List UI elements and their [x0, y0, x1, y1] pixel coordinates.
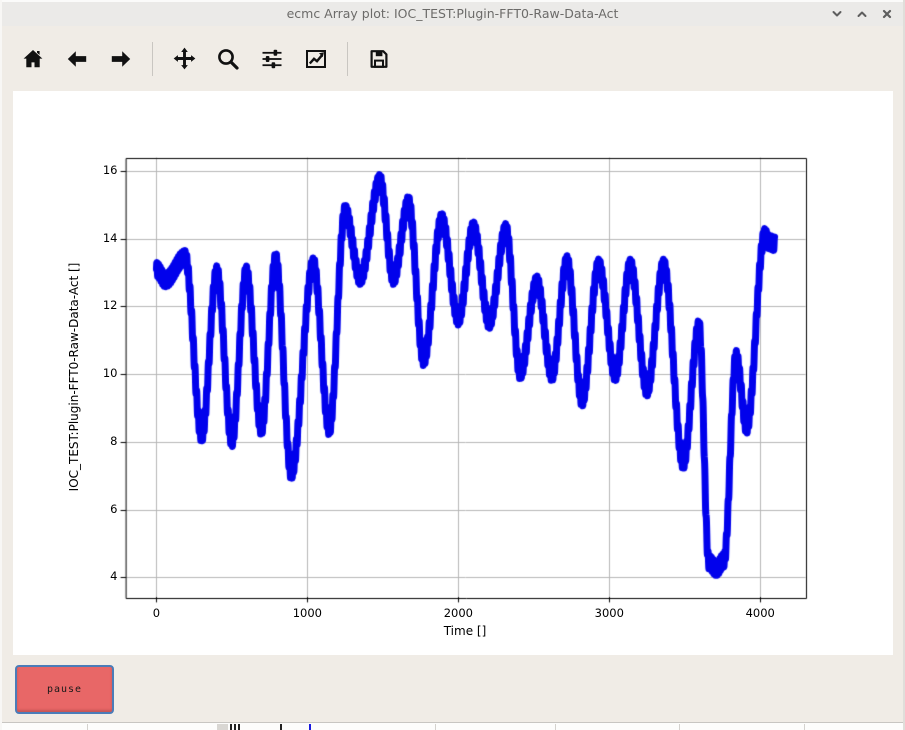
home-icon	[21, 47, 45, 71]
save-button[interactable]	[362, 41, 396, 77]
figure-canvas: 4 6 8 10 12 14 16 0 1000 2000 3000 4000 Time [] IOC…	[13, 91, 893, 655]
plot-window: ecmc Array plot: IOC_TEST:Plugin-FFT0-Ra…	[0, 0, 905, 730]
plot-area[interactable]	[13, 91, 893, 655]
background-window-fragment	[234, 724, 236, 730]
toolbar-separator	[347, 42, 348, 76]
y-tick-label: 6	[13, 502, 118, 516]
sliders-icon	[260, 47, 284, 71]
chevron-down-icon	[831, 8, 843, 20]
x-tick-label: 4000	[725, 606, 795, 620]
pause-button-label: pause	[47, 684, 82, 695]
home-button[interactable]	[16, 41, 50, 77]
background-window-fragment	[435, 724, 436, 730]
background-window-fragment	[217, 724, 228, 730]
pause-button[interactable]: pause	[15, 665, 114, 714]
arrow-right-icon	[109, 47, 133, 71]
configure-subplots-button[interactable]	[255, 41, 289, 77]
floppy-icon	[367, 47, 391, 71]
background-window-fragment	[238, 724, 240, 730]
plot-toolbar	[2, 26, 903, 91]
forward-button[interactable]	[104, 41, 138, 77]
background-window-fragment	[804, 724, 805, 730]
y-tick-label: 4	[13, 569, 118, 583]
window-controls	[829, 6, 895, 22]
zoom-button[interactable]	[211, 41, 245, 77]
y-tick-label: 12	[13, 298, 118, 312]
pan-button[interactable]	[167, 41, 201, 77]
background-window-fragment	[309, 724, 311, 730]
arrow-left-icon	[65, 47, 89, 71]
title-bar[interactable]: ecmc Array plot: IOC_TEST:Plugin-FFT0-Ra…	[2, 0, 903, 26]
x-tick-label: 1000	[272, 606, 342, 620]
background-window-fragment	[679, 724, 680, 730]
y-axis-label: IOC_TEST:Plugin-FFT0-Raw-Data-Act []	[67, 227, 83, 527]
toolbar-separator	[152, 42, 153, 76]
window-title: ecmc Array plot: IOC_TEST:Plugin-FFT0-Ra…	[2, 6, 903, 21]
background-window-fragment	[555, 724, 556, 730]
close-icon	[881, 8, 893, 20]
maximize-button[interactable]	[854, 6, 870, 22]
y-tick-label: 14	[13, 231, 118, 245]
chevron-up-icon	[856, 8, 868, 20]
x-axis-label: Time []	[315, 624, 615, 638]
chart-line-icon	[303, 47, 329, 71]
close-button[interactable]	[879, 6, 895, 22]
y-tick-label: 8	[13, 434, 118, 448]
x-tick-label: 3000	[574, 606, 644, 620]
customize-button[interactable]	[299, 41, 333, 77]
y-tick-label: 10	[13, 366, 118, 380]
x-tick-label: 2000	[423, 606, 493, 620]
back-button[interactable]	[60, 41, 94, 77]
x-tick-label: 0	[121, 606, 191, 620]
move-icon	[172, 46, 197, 71]
y-tick-label: 16	[13, 163, 118, 177]
magnifier-icon	[216, 47, 240, 71]
background-window-fragment	[230, 724, 232, 730]
background-window-edge[interactable]	[2, 722, 903, 730]
shade-button[interactable]	[829, 6, 845, 22]
background-window-fragment	[280, 724, 282, 730]
background-window-fragment	[87, 724, 88, 730]
